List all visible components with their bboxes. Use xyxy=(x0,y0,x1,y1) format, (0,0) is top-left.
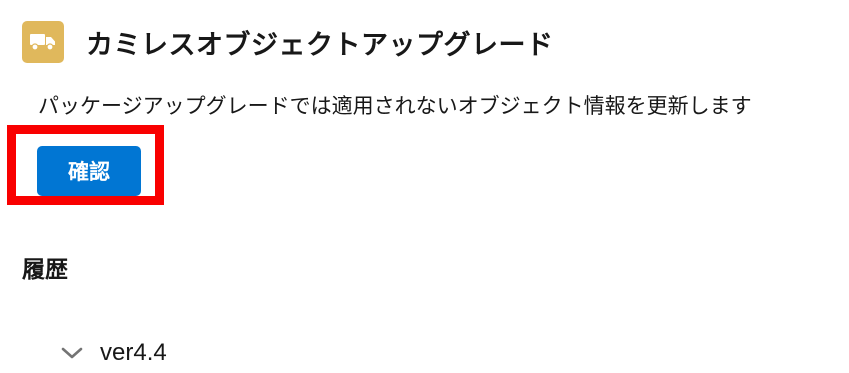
history-section-title: 履歴 xyxy=(22,257,68,283)
history-item-ver4-4[interactable]: ver4.4 xyxy=(60,335,167,371)
page-title: カミレスオブジェクトアップグレード xyxy=(86,29,554,61)
page-description: パッケージアップグレードでは適用されないオブジェクト情報を更新します xyxy=(38,94,752,118)
confirm-button[interactable]: 確認 xyxy=(37,146,141,196)
history-item-label: ver4.4 xyxy=(100,339,167,366)
truck-icon xyxy=(22,21,64,63)
chevron-down-icon[interactable] xyxy=(60,341,84,365)
page-header: カミレスオブジェクトアップグレード xyxy=(22,20,554,64)
